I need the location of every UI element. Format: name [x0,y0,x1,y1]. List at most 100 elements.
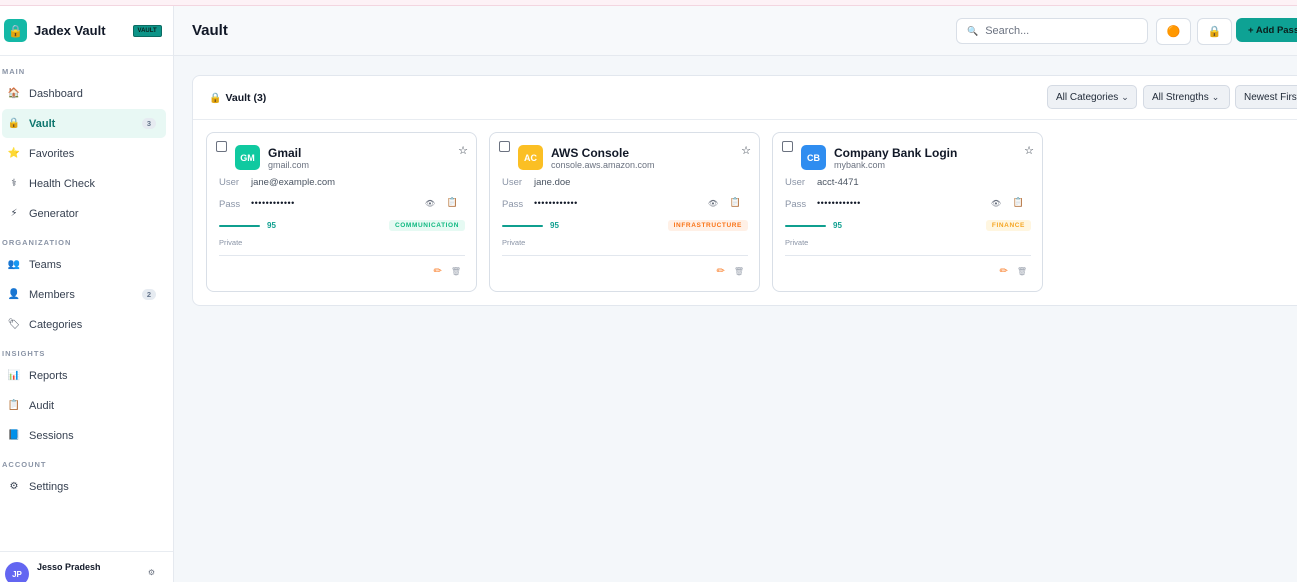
sidebar-item-audit[interactable]: 📋 Audit [2,391,166,420]
select-checkbox[interactable] [216,141,227,152]
person-icon: 👤 [7,289,21,300]
strength-score: 95 [550,221,559,230]
strength-bar [502,225,543,227]
copy-icon[interactable]: 📋 [730,197,741,208]
category-tag: COMMUNICATION [388,220,465,231]
favorite-star-icon[interactable]: ☆ [1024,144,1034,157]
visibility-label: Private [502,238,526,247]
delete-trash-icon[interactable]: 🗑 [1017,267,1027,276]
lightning-icon: ⚡ [10,208,18,219]
show-password-eye-icon[interactable]: 👁 [425,199,435,208]
strength-filter[interactable]: All Strengths ⌄ [1143,85,1230,109]
sidebar-item-sessions[interactable]: 📘 Sessions [2,421,166,450]
username-label: User [785,177,806,188]
password-masked: •••••••••••• [817,198,861,208]
edit-pencil-icon[interactable]: ✏ [1000,266,1008,277]
sidebar-item-label: Teams [29,258,62,271]
vault-panel: 🔒 Vault (3) All Categories ⌄ All Strengt… [192,75,1297,306]
sidebar-item-vault[interactable]: 🔒 Vault 3 [2,109,166,138]
panel-title: 🔒 Vault (3) [209,92,266,104]
sort-select-label: Newest First [1244,91,1297,103]
username-value: jane@example.com [251,177,336,188]
credential-name: Gmail [268,146,302,160]
strength-score: 95 [267,221,276,230]
category-tag: FINANCE [985,220,1031,231]
username-label: User [219,177,240,188]
credential-card[interactable]: AC AWS Console console.aws.amazon.com ☆ … [489,132,760,292]
sidebar-item-settings[interactable]: ⚙ Settings [2,472,166,501]
brand-badge: VAULT [132,24,162,37]
sidebar-item-dashboard[interactable]: 🏠 Dashboard [2,79,166,108]
sidebar-section-label: ORGANIZATION [2,238,72,247]
search-box[interactable]: 🔍 [956,18,1148,44]
sidebar-item-teams[interactable]: 👥 Teams [2,250,166,279]
lock-icon: 🔒 [1207,26,1222,38]
user-profile[interactable]: JP Jesso Pradesh ⚙ [0,551,173,582]
sidebar-item-members[interactable]: 👤 Members 2 [2,280,166,309]
delete-trash-icon[interactable]: 🗑 [734,267,744,276]
copy-icon[interactable]: 📋 [1013,197,1024,208]
add-password-button[interactable]: + Add Password [1236,18,1297,42]
sidebar-item-reports[interactable]: 📊 Reports [2,361,166,390]
page-title: Vault [192,22,228,39]
count-badge: 3 [141,118,156,129]
user-name: Jesso Pradesh [37,562,101,572]
clipboard-icon: 📋 [7,400,21,411]
select-checkbox[interactable] [782,141,793,152]
favorite-star-icon[interactable]: ☆ [458,144,468,157]
theme-toggle-button[interactable]: 🟠 [1156,18,1191,45]
divider [502,255,748,256]
credential-card[interactable]: CB Company Bank Login mybank.com ☆ User … [772,132,1043,292]
lock-icon: 🔒 [209,92,222,104]
bar-chart-icon: 📊 [7,370,21,381]
stethoscope-icon: ⚕ [11,178,17,189]
copy-icon[interactable]: 📋 [447,197,458,208]
chevron-down-icon: ⌄ [1211,91,1220,102]
header: Vault 🔍 🟠 🔒 + Add Password [174,6,1297,56]
sidebar-item-label: Vault [29,117,56,130]
sidebar-section-label: ACCOUNT [2,460,47,469]
sidebar-item-generator[interactable]: ⚡ Generator [2,199,166,228]
sidebar-item-label: Settings [29,480,69,493]
avatar: JP [5,562,29,582]
show-password-eye-icon[interactable]: 👁 [991,199,1001,208]
sidebar-item-label: Categories [29,318,83,331]
strength-score: 95 [833,221,842,230]
lock-icon: 🔒 [7,118,21,129]
sidebar-item-categories[interactable]: 🏷 Categories [2,310,166,339]
sidebar-item-health-check[interactable]: ⚕ Health Check [2,169,166,198]
password-label: Pass [785,199,807,210]
search-input[interactable] [985,25,1136,37]
credential-card[interactable]: GM Gmail gmail.com ☆ User jane@example.c… [206,132,477,292]
delete-trash-icon[interactable]: 🗑 [451,267,461,276]
sidebar-section-label: INSIGHTS [2,349,46,358]
brand-title: Jadex Vault [34,23,106,38]
sidebar-item-label: Reports [29,369,68,382]
select-checkbox[interactable] [499,141,510,152]
credential-name: AWS Console [551,146,630,160]
divider [219,255,465,256]
credential-domain: gmail.com [268,160,310,170]
lock-vault-button[interactable]: 🔒 [1197,18,1232,45]
edit-pencil-icon[interactable]: ✏ [717,266,725,277]
favorite-star-icon[interactable]: ☆ [741,144,751,157]
user-settings-icon[interactable]: ⚙ [148,568,155,577]
panel-title-text: Vault (3) [225,92,267,104]
sun-icon: 🟠 [1166,26,1181,38]
gear-icon: ⚙ [9,481,19,492]
count-badge: 2 [141,289,156,300]
show-password-eye-icon[interactable]: 👁 [708,199,718,208]
sidebar-item-favorites[interactable]: ⭐ Favorites [2,139,166,168]
site-logo: AC [518,145,543,170]
password-masked: •••••••••••• [534,198,578,208]
sidebar-section-label: MAIN [2,67,26,76]
sidebar: 🔒 Jadex Vault VAULT MAIN 🏠 Dashboard 🔒 Vault… [0,6,174,582]
category-filter[interactable]: All Categories ⌄ [1047,85,1137,109]
sort-select[interactable]: Newest First [1235,85,1297,109]
sidebar-nav: MAIN 🏠 Dashboard 🔒 Vault 3 ⭐ Favorites ⚕ Health C… [0,56,173,501]
edit-pencil-icon[interactable]: ✏ [434,266,442,277]
search-icon: 🔍 [967,25,979,36]
sidebar-item-label: Sessions [29,429,74,442]
sidebar-item-label: Dashboard [29,87,83,100]
credential-domain: console.aws.amazon.com [551,160,655,170]
